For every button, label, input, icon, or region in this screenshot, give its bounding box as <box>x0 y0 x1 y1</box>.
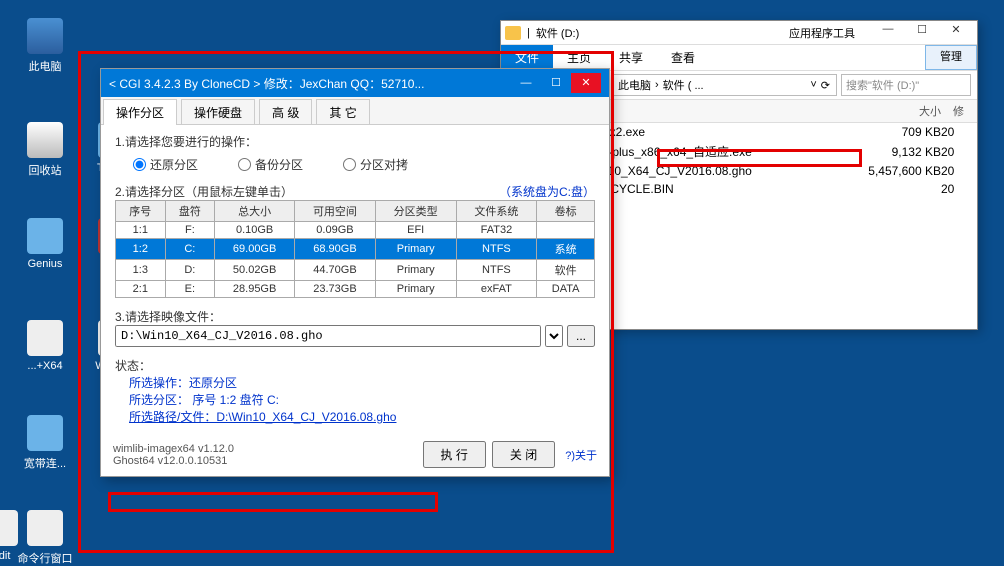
tab-home[interactable]: 主页 <box>553 45 605 70</box>
col-size[interactable]: 大小 <box>852 100 947 122</box>
minimize-button[interactable]: — <box>871 23 905 43</box>
explorer-separator: | <box>527 27 530 39</box>
part-col-header: 序号 <box>116 201 166 222</box>
breadcrumb[interactable]: 此电脑› 软件 ( ... ˅ ⟳ <box>611 74 837 96</box>
image-path-dropdown[interactable] <box>545 325 563 347</box>
status-label: 状态： <box>115 357 595 374</box>
part-col-header: 分区类型 <box>375 201 456 222</box>
desktop-icon[interactable]: 宽带连... <box>15 415 75 471</box>
refresh-icon[interactable]: ⟳ <box>821 79 830 92</box>
sysdisk-label: （系统盘为C:盘） <box>499 183 595 200</box>
desktop-icon[interactable]: ...dit <box>0 510 30 562</box>
step2-label: 2.请选择分区（用鼠标左键单击） <box>115 183 293 200</box>
browse-button[interactable]: ... <box>567 325 595 347</box>
desktop-icon[interactable]: 此电脑 <box>15 18 75 74</box>
maximize-button[interactable]: ☐ <box>541 73 571 93</box>
partition-row[interactable]: 1:3D:50.02GB44.70GBPrimaryNTFS软件 <box>116 260 595 281</box>
image-path-input[interactable] <box>115 325 541 347</box>
col-mod[interactable]: 修 <box>947 100 977 122</box>
partition-row[interactable]: 1:1F:0.10GB0.09GBEFIFAT32 <box>116 222 595 239</box>
cgi-tab[interactable]: 操作硬盘 <box>181 99 255 125</box>
execute-button[interactable]: 执 行 <box>423 441 486 468</box>
cgi-tab[interactable]: 高 级 <box>259 99 312 125</box>
annotation-box-path <box>108 492 438 512</box>
partition-row[interactable]: 1:2C:69.00GB68.90GBPrimaryNTFS系统 <box>116 239 595 260</box>
part-col-header: 可用空间 <box>295 201 376 222</box>
close-button[interactable]: ✕ <box>571 73 601 93</box>
tab-manage[interactable]: 管理 <box>925 45 977 70</box>
tab-view[interactable]: 查看 <box>657 45 709 70</box>
desktop-icon[interactable]: Genius <box>15 218 75 270</box>
cgi-tab[interactable]: 操作分区 <box>103 99 177 125</box>
part-col-header: 总大小 <box>215 201 295 222</box>
ver-ghost: Ghost64 v12.0.0.10531 <box>113 455 417 467</box>
status-op: 所选操作：还原分区 <box>129 374 595 391</box>
breadcrumb-part[interactable]: 此电脑 <box>618 77 651 93</box>
cgi-title-text: < CGI 3.4.2.3 By CloneCD > 修改：JexChan QQ… <box>109 75 511 92</box>
minimize-button[interactable]: — <box>511 73 541 93</box>
desktop-icon[interactable]: 回收站 <box>15 122 75 178</box>
cgi-dialog: < CGI 3.4.2.3 By CloneCD > 修改：JexChan QQ… <box>100 68 610 477</box>
explorer-titlebar: | 软件 (D:) 应用程序工具 — ☐ ✕ <box>501 21 977 45</box>
step3-label: 3.请选择映像文件： <box>115 308 595 325</box>
part-col-header: 盘符 <box>165 201 215 222</box>
close-button[interactable]: 关 闭 <box>492 441 555 468</box>
op-radio[interactable]: 还原分区 <box>133 156 198 173</box>
op-radio[interactable]: 分区对拷 <box>343 156 408 173</box>
cgi-titlebar: < CGI 3.4.2.3 By CloneCD > 修改：JexChan QQ… <box>101 69 609 97</box>
folder-icon <box>505 26 521 40</box>
partition-table: 序号盘符总大小可用空间分区类型文件系统卷标 1:1F:0.10GB0.09GBE… <box>115 200 595 298</box>
part-col-header: 卷标 <box>537 201 595 222</box>
maximize-button[interactable]: ☐ <box>905 23 939 43</box>
close-button[interactable]: ✕ <box>939 23 973 43</box>
ver-wimlib: wimlib-imagex64 v1.12.0 <box>113 443 417 455</box>
explorer-title-text: 软件 (D:) <box>536 25 773 41</box>
partition-row[interactable]: 2:1E:28.95GB23.73GBPrimaryexFATDATA <box>116 281 595 298</box>
op-radio[interactable]: 备份分区 <box>238 156 303 173</box>
cgi-tab[interactable]: 其 它 <box>316 99 369 125</box>
status-part: 所选分区： 序号 1:2 盘符 C: <box>129 391 595 408</box>
about-link[interactable]: ?)关于 <box>565 447 597 463</box>
breadcrumb-part[interactable]: 软件 ( ... <box>663 77 704 93</box>
tab-file[interactable]: 文件 <box>501 45 553 70</box>
breadcrumb-drop[interactable]: ˅ <box>810 79 816 91</box>
desktop-icon[interactable]: ...+X64 <box>15 320 75 372</box>
status-path: 所选路径/文件：D:\Win10_X64_CJ_V2016.08.gho <box>129 408 595 425</box>
step1-label: 1.请选择您要进行的操作： <box>115 133 595 150</box>
cgi-tabs: 操作分区操作硬盘高 级其 它 <box>101 97 609 125</box>
part-col-header: 文件系统 <box>456 201 537 222</box>
tool-header: 应用程序工具 <box>779 23 865 43</box>
tab-share[interactable]: 共享 <box>605 45 657 70</box>
search-input[interactable]: 搜索"软件 (D:)" <box>841 74 971 96</box>
